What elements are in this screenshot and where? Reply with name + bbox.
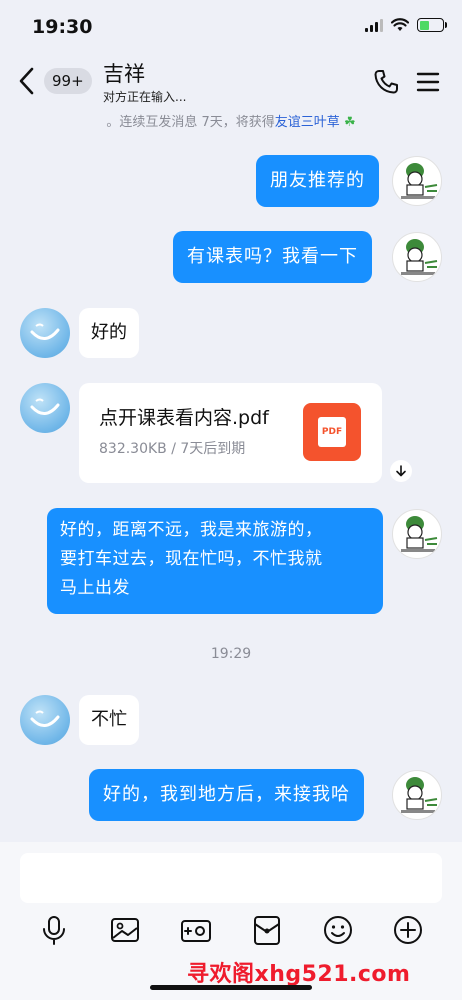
avatar-illustration-icon [401, 516, 438, 552]
menu-button[interactable] [416, 70, 440, 94]
download-arrow-icon [396, 465, 406, 477]
status-bar: 19:30 [0, 0, 462, 50]
message-text: 好的 [91, 322, 127, 343]
unread-badge[interactable]: 99+ [44, 68, 92, 94]
file-name: 点开课表看内容.pdf [99, 407, 269, 429]
signal-icon [365, 18, 383, 32]
message-bubble-other[interactable]: 好的 [79, 308, 139, 358]
image-icon[interactable] [108, 913, 142, 947]
file-meta: 832.30KB / 7天后到期 [99, 441, 246, 457]
chat-header: 99+ 吉祥 对方正在输入... [0, 50, 462, 110]
message-input[interactable] [20, 853, 442, 903]
message-text-line: 要打车过去，现在忙吗，不忙我就 [60, 549, 323, 569]
contact-avatar[interactable] [20, 383, 70, 433]
message-timestamp: 19:29 [210, 646, 252, 662]
message-text: 不忙 [91, 709, 127, 730]
phone-call-button[interactable] [372, 68, 400, 96]
friendship-hint: 。连续互发消息 7天，将获得友谊三叶草 ☘ [0, 111, 462, 130]
plus-icon[interactable] [391, 913, 425, 947]
self-avatar[interactable] [392, 156, 442, 206]
self-avatar[interactable] [392, 770, 442, 820]
mic-icon[interactable] [37, 913, 71, 947]
contact-name[interactable]: 吉祥 [103, 58, 145, 88]
avatar-smile-icon [30, 323, 60, 340]
self-avatar[interactable] [392, 232, 442, 282]
download-button[interactable] [390, 460, 412, 482]
wifi-icon [391, 18, 409, 31]
red-packet-icon[interactable] [250, 913, 284, 947]
self-avatar[interactable] [392, 509, 442, 559]
message-bubble-self[interactable]: 好的，我到地方后，来接我哈 [89, 769, 364, 821]
file-message-card[interactable]: 点开课表看内容.pdf 832.30KB / 7天后到期 PDF [79, 383, 382, 483]
avatar-illustration-icon [401, 777, 438, 813]
status-time: 19:30 [32, 16, 93, 38]
typing-status: 对方正在输入... [103, 90, 187, 104]
watermark-text: 寻欢阁xhg521.com [187, 962, 411, 987]
clover-icon: ☘ [343, 115, 356, 130]
hint-text: 。连续互发消息 7天，将获得 [106, 115, 275, 130]
message-text-line: 马上出发 [60, 578, 130, 598]
pdf-icon: PDF [303, 403, 361, 461]
message-text: 朋友推荐的 [270, 170, 365, 191]
message-text-line: 好的，距离不远，我是来旅游的， [60, 520, 323, 540]
avatar-illustration-icon [401, 163, 438, 199]
message-bubble-self[interactable]: 有课表吗？我看一下 [173, 231, 372, 283]
message-bubble-self[interactable]: 朋友推荐的 [256, 155, 379, 207]
camera-icon[interactable] [179, 913, 213, 947]
avatar-illustration-icon [401, 239, 438, 275]
message-text: 好的，我到地方后，来接我哈 [103, 784, 350, 805]
status-icons [365, 18, 447, 32]
back-button[interactable] [14, 64, 40, 98]
pdf-icon-label: PDF [321, 427, 343, 437]
message-bubble-other[interactable]: 不忙 [79, 695, 139, 745]
contact-avatar[interactable] [20, 308, 70, 358]
avatar-smile-icon [30, 710, 60, 727]
emoji-icon[interactable] [321, 913, 355, 947]
message-text: 有课表吗？我看一下 [187, 246, 358, 267]
battery-icon [417, 18, 447, 32]
home-indicator [150, 985, 312, 990]
message-bubble-self[interactable]: 好的，距离不远，我是来旅游的， 要打车过去，现在忙吗，不忙我就 马上出发 [47, 508, 383, 614]
friendship-clover-link[interactable]: 友谊三叶草 [275, 115, 340, 130]
contact-avatar[interactable] [20, 695, 70, 745]
avatar-smile-icon [30, 398, 60, 415]
